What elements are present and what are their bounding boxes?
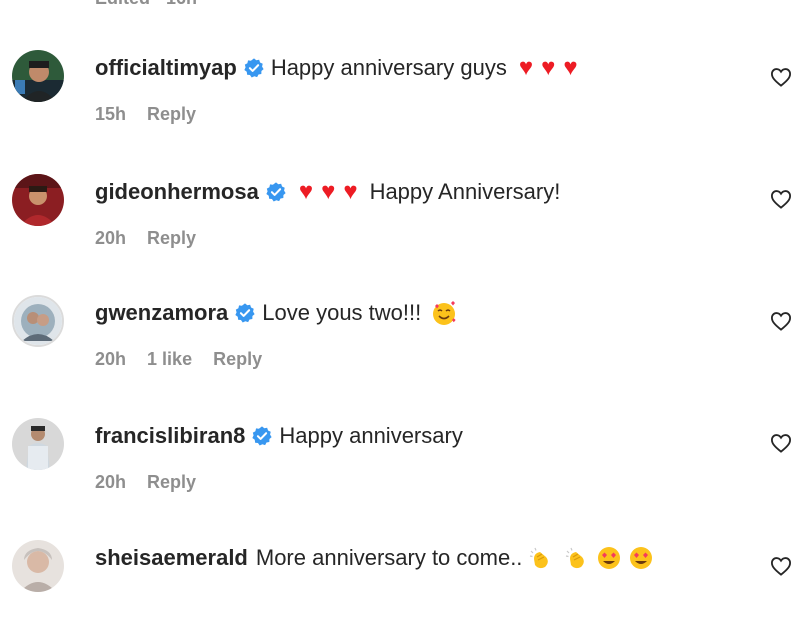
likes-count[interactable]: 1 like	[147, 349, 192, 369]
comment-item: sheisaemerald More anniversary to come..	[0, 540, 800, 640]
reply-button[interactable]: Reply	[213, 349, 262, 369]
clapping-hands-icon	[530, 547, 549, 569]
comment-text: Love yous two!!!	[262, 300, 422, 325]
username[interactable]: sheisaemerald	[95, 544, 248, 572]
red-heart-icon: ♥	[541, 54, 556, 81]
comment-time[interactable]: 15h	[95, 104, 126, 124]
comment-line: sheisaemerald More anniversary to come..	[95, 544, 654, 572]
reply-button[interactable]: Reply	[147, 472, 196, 492]
reply-button[interactable]: Reply	[147, 228, 196, 248]
reply-button[interactable]: Reply	[147, 104, 196, 124]
comment-meta: 20h Reply	[95, 228, 212, 249]
like-heart-icon[interactable]	[770, 556, 792, 576]
comment-text: More anniversary to come..	[255, 545, 523, 570]
heart-eyes-icon	[630, 547, 653, 569]
comment-line: gwenzamora Love yous two!!!	[95, 299, 457, 327]
avatar[interactable]	[12, 50, 64, 102]
clapping-hands-icon	[566, 547, 585, 569]
comment-line: gideonhermosa ♥ ♥ ♥ Happy Anniversary!	[95, 178, 560, 206]
comment-text: Happy anniversary	[279, 423, 463, 448]
red-heart-icon: ♥	[518, 54, 534, 81]
comment-time[interactable]: 20h	[95, 349, 126, 369]
verified-badge-icon	[235, 303, 255, 323]
comment-item: gideonhermosa ♥ ♥ ♥ Happy Anniversary! 20h…	[0, 174, 800, 274]
red-heart-icon: ♥	[563, 54, 578, 81]
like-heart-icon[interactable]	[770, 311, 792, 331]
like-heart-icon[interactable]	[770, 433, 792, 453]
avatar[interactable]	[12, 174, 64, 226]
username[interactable]: gwenzamora	[95, 299, 228, 327]
avatar[interactable]	[12, 540, 64, 592]
comment-item: gwenzamora Love yous two!!! 20h 1 like R…	[0, 295, 800, 395]
username[interactable]: francislibiran8	[95, 422, 245, 450]
comment-meta: 20h 1 like Reply	[95, 349, 278, 370]
verified-badge-icon	[252, 426, 273, 446]
previous-comment-meta: Edited · 16h	[95, 0, 197, 9]
red-heart-icon: ♥	[298, 178, 314, 205]
username[interactable]: officialtimyap	[95, 54, 237, 82]
comment-item: officialtimyap Happy anniversary guys ♥ ♥…	[0, 50, 800, 150]
like-heart-icon[interactable]	[770, 67, 792, 87]
verified-badge-icon	[244, 58, 264, 78]
comment-time[interactable]: 20h	[95, 472, 126, 492]
comment-meta: 15h Reply	[95, 104, 212, 125]
comment-meta: 20h Reply	[95, 472, 212, 493]
comment-text: Happy Anniversary!	[369, 179, 561, 204]
red-heart-icon: ♥	[321, 178, 336, 205]
comment-line: officialtimyap Happy anniversary guys ♥ ♥…	[95, 54, 586, 82]
comment-time[interactable]: 20h	[95, 228, 126, 248]
heart-eyes-icon	[598, 547, 621, 569]
emoji-group: ♥ ♥ ♥	[299, 178, 366, 206]
avatar[interactable]	[12, 418, 64, 470]
username[interactable]: gideonhermosa	[95, 178, 259, 206]
like-heart-icon[interactable]	[770, 189, 792, 209]
comment-line: francislibiran8 Happy anniversary	[95, 422, 463, 450]
avatar[interactable]	[12, 295, 64, 347]
verified-badge-icon	[266, 182, 286, 202]
smiling-face-with-hearts-icon	[433, 301, 456, 325]
emoji-group: ♥ ♥ ♥	[519, 54, 586, 82]
comment-text: Happy anniversary guys	[270, 55, 507, 80]
comment-item: francislibiran8 Happy anniversary 20h Re…	[0, 418, 800, 518]
red-heart-icon: ♥	[343, 178, 358, 205]
